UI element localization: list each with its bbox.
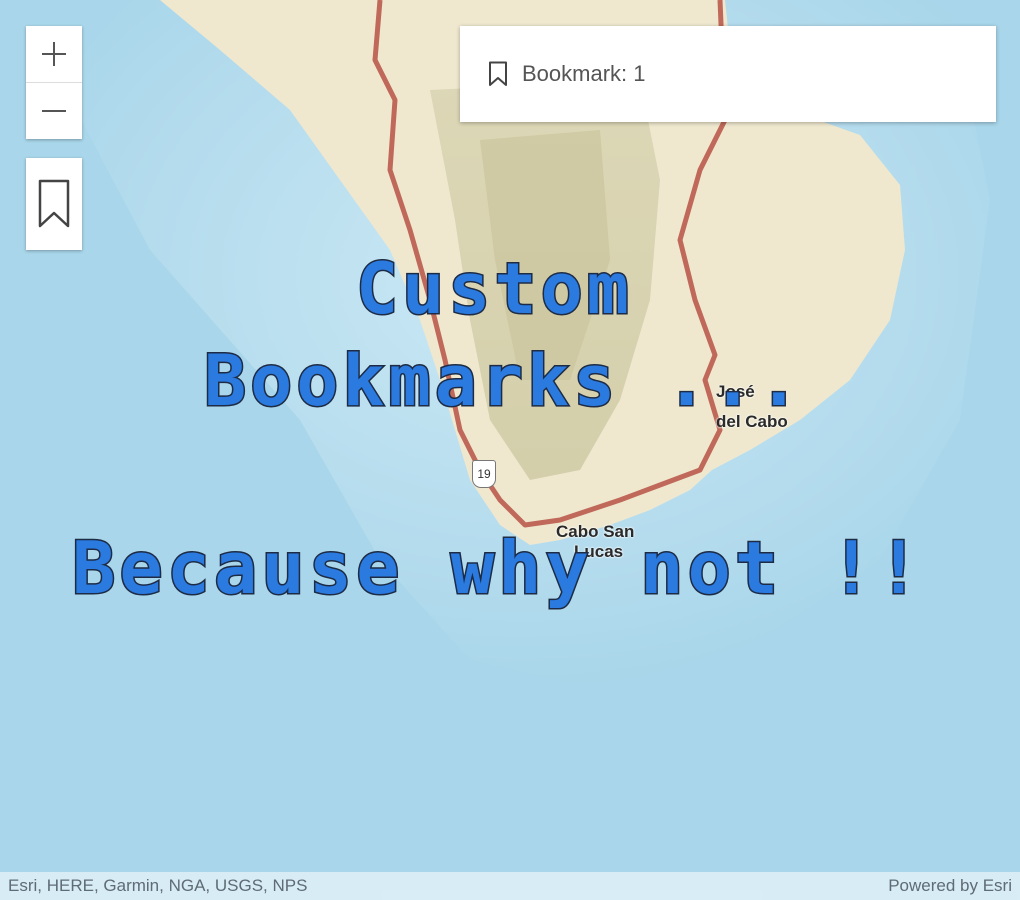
overlay-text-line-2: Bookmarks ... bbox=[203, 340, 804, 422]
powered-by-esri[interactable]: Powered by Esri bbox=[888, 876, 1012, 896]
bookmark-item[interactable]: Bookmark: 1 bbox=[488, 61, 646, 87]
basemap bbox=[0, 0, 1020, 900]
bookmarks-toggle-button[interactable] bbox=[26, 158, 82, 250]
bookmark-icon bbox=[489, 61, 507, 86]
road-shield: 19 bbox=[472, 460, 496, 488]
plus-icon bbox=[42, 42, 66, 66]
map-view[interactable]: José del Cabo Cabo San Lucas 19 bbox=[0, 0, 1020, 900]
zoom-in-button[interactable] bbox=[26, 26, 82, 82]
bookmark-label: Bookmark: 1 bbox=[522, 61, 646, 86]
zoom-out-button[interactable] bbox=[26, 82, 82, 139]
overlay-text-line-1: Custom bbox=[355, 248, 633, 330]
minus-icon bbox=[42, 110, 66, 112]
bookmarks-panel: Bookmark: 1 bbox=[460, 26, 996, 122]
attribution-text[interactable]: Esri, HERE, Garmin, NGA, USGS, NPS bbox=[8, 876, 307, 896]
attribution-bar: Esri, HERE, Garmin, NGA, USGS, NPS Power… bbox=[0, 872, 1020, 900]
zoom-control bbox=[26, 26, 82, 139]
bookmark-icon bbox=[38, 179, 70, 228]
overlay-text-line-3: Because why not !! bbox=[70, 526, 925, 610]
